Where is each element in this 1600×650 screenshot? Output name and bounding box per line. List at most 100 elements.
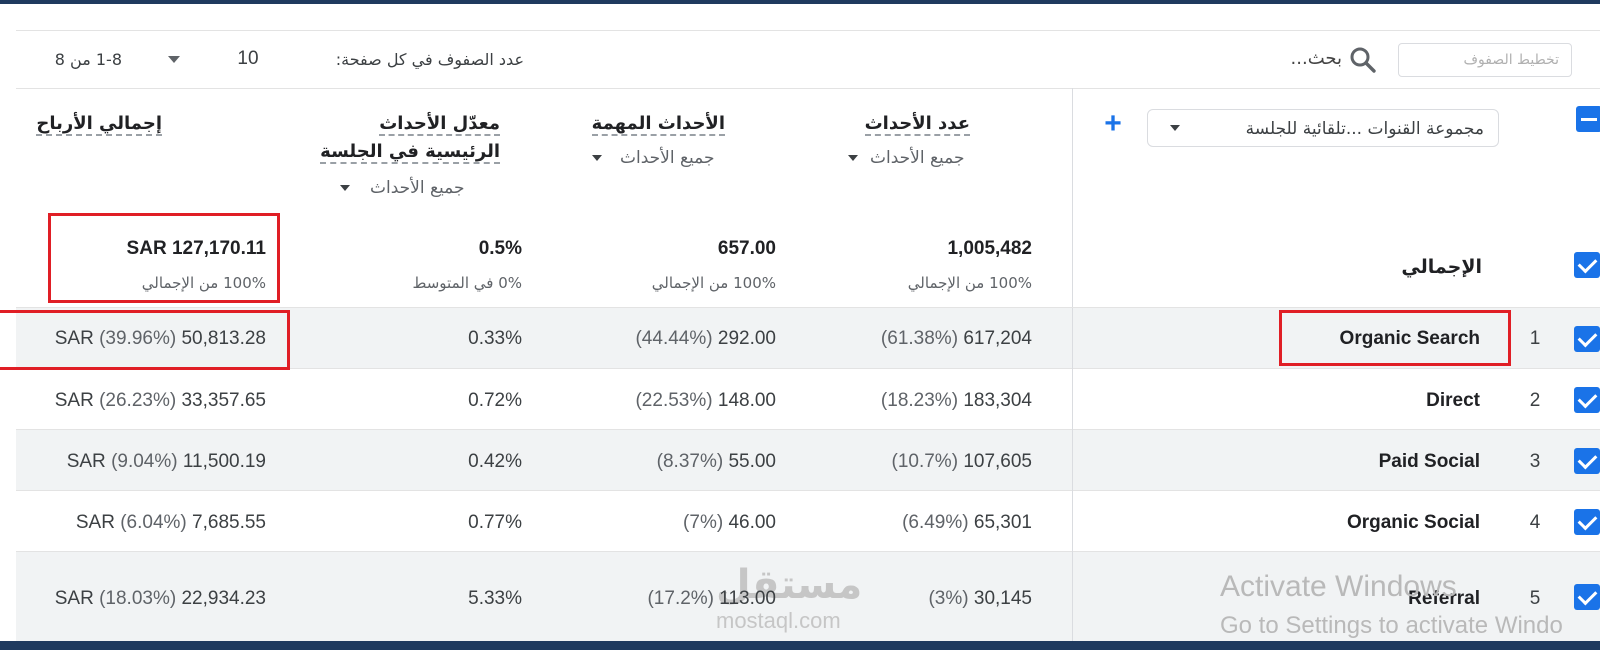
column-filter-key-events[interactable]: جميع الأحداث [620,148,715,168]
chevron-down-icon[interactable] [168,56,180,63]
bottom-border [0,641,1600,650]
chevron-down-icon[interactable] [340,185,350,191]
cell-rate: 5.33% [468,588,522,609]
cell-currency: SAR [54,328,94,349]
cell-value: 183,304 [963,390,1032,411]
row-dimension-value[interactable]: Paid Social [1180,451,1480,473]
column-title: إجمالي الأرباح [36,113,162,136]
row-checkbox[interactable] [1574,509,1600,535]
cell-currency: SAR [54,588,94,609]
row-number: 2 [1529,390,1541,411]
row-number: 3 [1529,451,1541,472]
totals-revenue: SAR 127,170.11 [126,238,266,259]
totals-key-events-sub: 100% من الإجمالي [651,274,776,292]
rows-per-page-label: عدد الصفوف في كل صفحة: [335,50,524,69]
row-number: 5 [1529,588,1541,609]
cell-percent: (3%) [928,588,969,609]
cell-percent: (61.38%) [880,328,959,349]
cell-event-count: (10.7%) 107,605 [840,451,1033,473]
totals-rate: 0.5% [478,238,522,259]
column-header-key-event-rate[interactable]: معدّل الأحداث [320,110,500,138]
row-checkbox[interactable] [1574,584,1600,610]
cell-revenue: SAR (18.03%) 22,934.23 [30,588,266,610]
column-header-key-event-rate-line2: الرئيسية في الجلسة [320,138,500,166]
cell-value: 107,605 [963,451,1032,472]
cell-event-count: (6.49%) 65,301 [840,512,1032,534]
cell-key-events: (22.53%) 148.00 [590,390,776,412]
cell-event-count: (61.38%) 617,204 [840,328,1032,350]
search-input[interactable]: بحث... [1270,48,1342,72]
cell-currency: SAR [75,512,115,533]
cell-percent: (6.04%) [120,512,187,533]
row-number: 4 [1529,512,1541,533]
cell-percent: (18.23%) [880,390,959,411]
column-header-total-revenue[interactable]: إجمالي الأرباح [22,110,162,138]
cell-revenue: SAR (6.04%) 7,685.55 [30,512,266,534]
cell-value: 55.00 [728,451,776,472]
chevron-down-icon [1170,125,1180,131]
row-dimension-value[interactable]: Organic Search [1180,328,1480,350]
cell-value: 30,145 [973,588,1032,609]
cell-revenue: SAR (26.23%) 33,357.65 [30,390,266,412]
totals-event-count-sub: 100% من الإجمالي [907,274,1032,292]
cell-percent: (6.49%) [902,512,969,533]
row-checkbox[interactable] [1574,387,1600,413]
totals-revenue-sub: 100% من الإجمالي [141,274,266,292]
cell-rate: 0.42% [468,451,522,472]
select-all-checkbox[interactable] [1576,106,1600,132]
dimension-dropdown[interactable]: مجموعة القنوات ...تلقائية للجلسة [1147,109,1499,147]
column-header-key-events[interactable]: الأحداث المهمة [570,110,725,138]
row-checkbox[interactable] [1574,448,1600,474]
column-filter-event-count[interactable]: جميع الأحداث [870,148,965,168]
row-filter-input[interactable]: تخطيط الصفوف [1398,43,1572,77]
cell-value: 11,500.19 [182,451,266,472]
cell-rate: 0.33% [468,328,522,349]
top-border [0,0,1600,4]
cell-revenue: SAR (39.96%) 50,813.28 [30,328,266,350]
row-dimension-value[interactable]: Organic Social [1180,512,1480,534]
pagination-range: 1-8 من 8 [54,50,122,69]
cell-rate: 0.77% [468,512,522,533]
cell-value: 113.00 [719,588,776,609]
activate-windows-title: Activate Windows [1220,570,1457,603]
cell-value: 33,357.65 [181,390,266,411]
chevron-down-icon[interactable] [592,155,602,161]
cell-value: 7,685.55 [192,512,266,533]
totals-label: الإجمالي [1401,256,1482,278]
add-dimension-button[interactable]: + [1098,108,1128,142]
rows-per-page-select[interactable]: 10 [228,48,268,70]
cell-percent: (8.37%) [656,451,724,472]
cell-key-events: (7%) 46.00 [590,512,776,534]
cell-value: 65,301 [973,512,1032,533]
search-icon[interactable] [1349,46,1377,74]
cell-value: 50,813.28 [181,328,266,349]
cell-value: 617,204 [963,328,1032,349]
cell-percent: (17.2%) [647,588,715,609]
chevron-down-icon[interactable] [848,155,858,161]
totals-event-count: 1,005,482 [947,238,1032,259]
row-number: 1 [1529,328,1541,349]
cell-percent: (44.44%) [635,328,713,349]
cell-key-events: (44.44%) 292.00 [590,328,776,350]
cell-rate: 0.72% [468,390,522,411]
cell-value: 46.00 [728,512,776,533]
divider [16,88,1600,89]
totals-rate-sub: 0% في المتوسط [412,274,523,292]
column-divider [1072,308,1073,641]
cell-percent: (22.53%) [635,390,713,411]
cell-percent: (18.03%) [99,588,177,609]
row-dimension-value[interactable]: Direct [1180,390,1480,412]
activate-windows-subtitle: Go to Settings to activate Windo [1220,612,1563,639]
cell-event-count: (18.23%) 183,304 [840,390,1032,412]
column-header-event-count[interactable]: عدد الأحداث [820,110,970,138]
column-title: عدد الأحداث [864,113,970,136]
divider [16,30,1600,31]
checkbox-totals[interactable] [1574,252,1600,278]
dimension-dropdown-label: مجموعة القنوات ...تلقائية للجلسة [1245,119,1484,139]
cell-percent: (9.04%) [111,451,178,472]
cell-percent: (39.96%) [99,328,177,349]
row-checkbox[interactable] [1574,326,1600,352]
totals-key-events: 657.00 [717,238,776,259]
cell-currency: SAR [66,451,106,472]
column-filter-key-event-rate[interactable]: جميع الأحداث [370,178,465,198]
